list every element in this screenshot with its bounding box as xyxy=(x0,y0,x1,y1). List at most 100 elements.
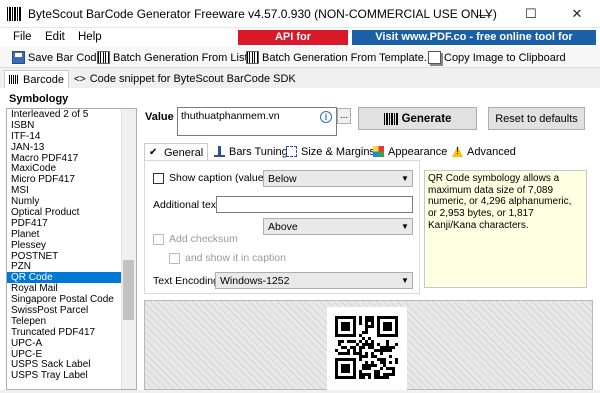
show-checksum-caption-label: and show it in caption xyxy=(185,252,286,264)
symbology-item[interactable]: Telepen xyxy=(7,316,136,327)
tab-general-label: General xyxy=(164,146,204,159)
copy-icon xyxy=(428,51,441,64)
symbology-scrollbar[interactable] xyxy=(121,109,136,389)
tab-appearance[interactable]: Appearance xyxy=(369,143,451,160)
add-checksum-checkbox[interactable] xyxy=(153,234,164,245)
batch-from-template-label: Batch Generation From Template... xyxy=(262,51,433,64)
symbology-label: Symbology xyxy=(9,93,69,105)
barcode-app-icon xyxy=(7,7,21,21)
symbology-item[interactable]: ITF-14 xyxy=(7,131,136,142)
barcode-tab-icon xyxy=(9,75,19,84)
symbology-item[interactable]: MSI xyxy=(7,185,136,196)
caption-position-value: Below xyxy=(268,172,297,185)
batch-from-list-button[interactable]: Batch Generation From List... xyxy=(97,49,257,66)
symbology-item[interactable]: POSTNET xyxy=(7,251,136,262)
text-encoding-select[interactable]: Windows-1252 ▼ xyxy=(215,272,413,289)
info-icon[interactable]: i xyxy=(320,111,332,123)
symbology-item[interactable]: PZN xyxy=(7,261,136,273)
window-title: ByteScout BarCode Generator Freeware v4.… xyxy=(28,7,497,21)
additional-position-value: Above xyxy=(268,220,298,233)
additional-text-input[interactable] xyxy=(216,196,413,213)
symbology-item[interactable]: MaxiCode xyxy=(7,163,136,175)
chevron-down-icon: ▼ xyxy=(401,276,409,285)
pdf-co-link[interactable]: Visit www.PDF.co - free online tool for … xyxy=(352,30,596,58)
generate-label: Generate xyxy=(401,112,452,125)
tab-bars-tuning-label: Bars Tuning xyxy=(229,145,288,158)
additional-text-label: Additional text xyxy=(153,199,219,211)
reset-defaults-button[interactable]: Reset to defaults xyxy=(488,107,585,130)
warning-icon: ! xyxy=(452,146,463,157)
show-caption-checkbox[interactable] xyxy=(153,173,164,184)
tab-code-snippet[interactable]: <> Code snippet for ByteScout BarCode SD… xyxy=(70,70,300,88)
additional-position-select[interactable]: Above ▼ xyxy=(263,218,413,235)
batch-from-list-label: Batch Generation From List... xyxy=(113,51,257,64)
value-browse-button[interactable]: ... xyxy=(337,108,351,124)
qr-code-image xyxy=(327,307,407,390)
symbology-item[interactable]: QR Code xyxy=(7,272,136,283)
symbology-item[interactable]: Numly xyxy=(7,196,136,207)
batch-template-icon xyxy=(246,51,259,64)
caption-position-select[interactable]: Below ▼ xyxy=(263,170,413,187)
qr-code-icon xyxy=(335,316,398,379)
symbology-item[interactable]: UPC-A xyxy=(7,338,136,349)
minimize-button[interactable]: — xyxy=(462,0,508,28)
batch-from-template-button[interactable]: Batch Generation From Template... xyxy=(246,49,433,66)
save-barcode-label: Save Bar Code xyxy=(28,51,103,64)
text-encoding-value: Windows-1252 xyxy=(220,274,290,287)
symbology-item[interactable]: Plessey xyxy=(7,240,136,251)
symbology-item[interactable]: Royal Mail xyxy=(7,283,136,294)
symbology-item[interactable]: Planet xyxy=(7,229,136,240)
code-icon: <> xyxy=(74,73,86,85)
menu-edit[interactable]: Edit xyxy=(45,31,65,43)
show-caption-label: Show caption (value) xyxy=(169,172,268,184)
close-button[interactable]: ✕ xyxy=(554,0,600,28)
symbology-item[interactable]: ISBN xyxy=(7,120,136,131)
tab-bars-tuning[interactable]: Bars Tuning xyxy=(210,143,292,160)
api-for-programmers-link[interactable]: API for programmers xyxy=(238,30,348,58)
palette-icon xyxy=(373,146,384,157)
menu-help[interactable]: Help xyxy=(78,31,102,43)
size-icon xyxy=(286,146,297,157)
maximize-button[interactable]: ☐ xyxy=(508,0,554,28)
menu-file[interactable]: File xyxy=(13,31,32,43)
tab-size-margins[interactable]: Size & Margins xyxy=(282,143,379,160)
text-encoding-label: Text Encoding: xyxy=(153,275,222,287)
tab-barcode-label: Barcode xyxy=(23,73,64,86)
symbology-item[interactable]: Interleaved 2 of 5 xyxy=(7,109,136,120)
barcode-icon xyxy=(383,112,398,125)
tab-size-margins-label: Size & Margins xyxy=(301,145,375,158)
tab-barcode[interactable]: Barcode xyxy=(4,70,69,88)
symbology-scroll-thumb[interactable] xyxy=(123,260,134,320)
generate-button[interactable]: Generate xyxy=(358,107,477,130)
symbology-item[interactable]: Optical Product xyxy=(7,207,136,218)
symbology-list[interactable]: Interleaved 2 of 5 ISBN ITF-14 JAN-13 Macro … xyxy=(6,108,137,390)
tab-advanced-label: Advanced xyxy=(467,145,516,158)
copy-image-button[interactable]: Copy Image to Clipboard xyxy=(428,49,566,66)
value-input[interactable]: thuthuatphanmem.vn xyxy=(177,107,337,136)
symbology-item[interactable]: SwissPost Parcel xyxy=(7,305,136,316)
tab-advanced[interactable]: ! Advanced xyxy=(448,143,520,160)
save-icon xyxy=(12,51,25,64)
symbology-item[interactable]: Micro PDF417 xyxy=(7,174,136,185)
symbology-item[interactable]: Singapore Postal Code xyxy=(7,294,136,305)
show-checksum-caption-checkbox[interactable] xyxy=(169,253,180,264)
tab-appearance-label: Appearance xyxy=(388,145,448,158)
chevron-down-icon: ▼ xyxy=(401,222,409,231)
symbology-item[interactable]: USPS Sack Label xyxy=(7,359,136,371)
symbology-item[interactable]: PDF417 xyxy=(7,218,136,229)
value-label: Value xyxy=(145,111,174,123)
copy-image-label: Copy Image to Clipboard xyxy=(444,51,566,64)
batch-list-icon xyxy=(97,51,110,64)
symbology-item[interactable]: UPC-E xyxy=(7,349,136,360)
tab-general[interactable]: ✔ General xyxy=(144,143,209,161)
tab-snippet-label: Code snippet for ByteScout BarCode SDK xyxy=(89,73,296,85)
symbology-description: QR Code symbology allows a maximum data … xyxy=(424,170,587,288)
bars-icon xyxy=(214,146,225,157)
save-barcode-button[interactable]: Save Bar Code xyxy=(12,49,103,66)
check-icon: ✔ xyxy=(149,147,158,158)
symbology-item[interactable]: USPS Tray Label xyxy=(7,370,136,381)
symbology-item[interactable]: Truncated PDF417 xyxy=(7,327,136,338)
symbology-item[interactable]: JAN-13 xyxy=(7,142,136,153)
add-checksum-label: Add checksum xyxy=(169,233,238,245)
symbology-item[interactable]: Macro PDF417 xyxy=(7,153,136,164)
